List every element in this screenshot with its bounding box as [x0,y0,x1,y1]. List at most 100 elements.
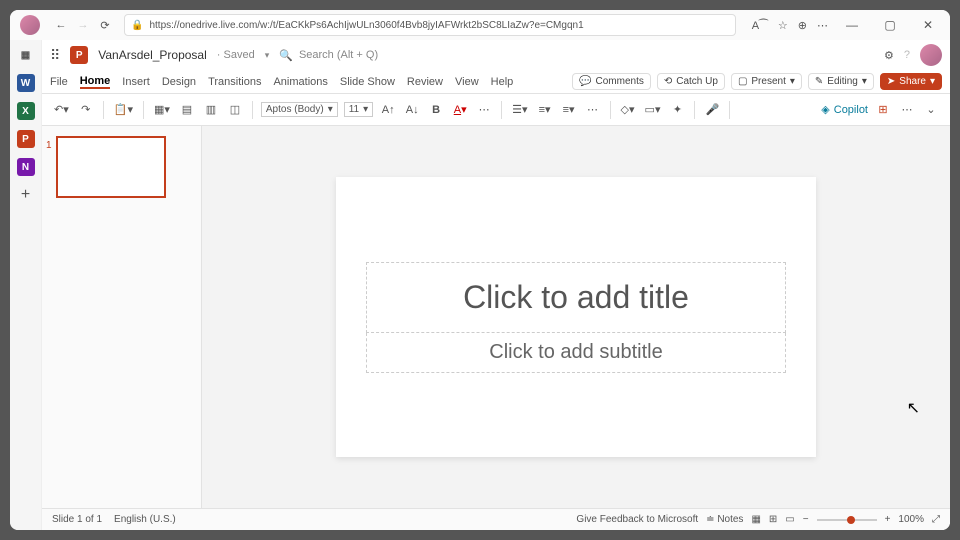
tab-design[interactable]: Design [162,76,196,88]
chevron-down-icon[interactable]: ▾ [265,50,270,61]
pencil-icon: ✎ [815,76,823,87]
font-color-button[interactable]: A▾ [451,100,469,120]
tab-insert[interactable]: Insert [122,76,150,88]
user-avatar[interactable] [920,44,942,66]
save-status: · Saved [217,49,255,61]
tab-review[interactable]: Review [407,76,443,88]
bullets-button[interactable]: ☰▾ [510,100,529,120]
powerpoint-app-icon: P [70,46,88,64]
numbering-button[interactable]: ≡▾ [536,100,554,120]
dictate-button[interactable]: 🎤 [703,100,721,120]
mouse-cursor-icon: ↖ [907,398,920,418]
favorite-icon[interactable]: ☆ [778,19,788,32]
settings-icon[interactable]: ⚙ [884,49,894,62]
app-launcher-icon[interactable]: ⠿ [50,47,60,64]
designer-button[interactable]: ✦ [668,100,686,120]
profile-avatar[interactable] [20,15,40,35]
close-button[interactable]: ✕ [914,18,942,32]
document-title[interactable]: VanArsdel_Proposal [98,48,207,62]
chevron-down-icon: ▾ [862,76,867,87]
browser-titlebar: ← → ⟳ 🔒 https://onedrive.live.com/w:/t/E… [10,10,950,40]
sorter-view-button[interactable]: ⊞ [769,514,777,525]
notes-button[interactable]: ≐ Notes [706,514,743,525]
reading-view-button[interactable]: ▭ [785,514,794,525]
new-slide-button[interactable]: ▦▾ [152,100,172,120]
search-icon: 🔍 [279,49,293,62]
help-icon[interactable]: ? [904,49,910,61]
add-app-icon[interactable]: + [21,186,30,204]
collections-icon[interactable]: ⊕ [798,19,807,32]
ribbon-tabs: File Home Insert Design Transitions Anim… [42,70,950,94]
zoom-out-button[interactable]: − [803,514,809,525]
collapse-ribbon-button[interactable]: ⌄ [922,100,940,120]
zoom-level[interactable]: 100% [898,514,924,525]
tab-view[interactable]: View [455,76,479,88]
read-aloud-icon[interactable]: A⁀ [752,19,768,32]
fit-button[interactable]: ⤢ [932,514,940,525]
tab-help[interactable]: Help [491,76,514,88]
align-button[interactable]: ≡▾ [560,100,578,120]
shapes-button[interactable]: ◇▾ [619,100,637,120]
present-icon: ▢ [738,76,747,87]
tab-transitions[interactable]: Transitions [208,76,261,88]
bold-button[interactable]: B [427,100,445,120]
tab-file[interactable]: File [50,76,68,88]
title-placeholder[interactable]: Click to add title [366,262,786,333]
ribbon-more-button[interactable]: ⋯ [898,100,916,120]
more-font-button[interactable]: ⋯ [475,100,493,120]
search-placeholder: Search (Alt + Q) [299,49,378,61]
subtitle-placeholder[interactable]: Click to add subtitle [366,333,786,373]
paste-button[interactable]: 📋▾ [112,100,135,120]
maximize-button[interactable]: ▢ [876,18,904,32]
share-button[interactable]: ➤Share▾ [880,73,942,90]
word-icon[interactable]: W [17,74,35,92]
minimize-button[interactable]: — [838,18,866,32]
outlook-icon[interactable]: ▦ [17,46,35,64]
zoom-in-button[interactable]: + [885,514,891,525]
more-para-button[interactable]: ⋯ [584,100,602,120]
increase-font-button[interactable]: A↑ [379,100,397,120]
back-button[interactable]: ← [50,14,72,36]
arrange-button[interactable]: ▭▾ [643,100,663,120]
language-status[interactable]: English (U.S.) [114,514,176,525]
tab-home[interactable]: Home [80,75,111,89]
app-header: ⠿ P VanArsdel_Proposal · Saved ▾ 🔍 Searc… [42,40,950,70]
font-family-select[interactable]: Aptos (Body) ▾ [261,102,338,117]
addins-button[interactable]: ⊞ [874,100,892,120]
section-button[interactable]: ◫ [226,100,244,120]
slide: Click to add title Click to add subtitle [336,177,816,457]
font-size-select[interactable]: 11 ▾ [344,102,373,117]
slide-thumbnail[interactable]: 1 [56,136,166,198]
undo-button[interactable]: ↶▾ [52,100,71,120]
catchup-button[interactable]: ⟲Catch Up [657,73,725,90]
feedback-link[interactable]: Give Feedback to Microsoft [576,514,698,525]
layout-button[interactable]: ▤ [178,100,196,120]
thumbnail-number: 1 [46,140,52,151]
powerpoint-icon[interactable]: P [17,130,35,148]
lock-icon: 🔒 [131,20,143,31]
zoom-slider[interactable] [817,519,877,521]
search-box[interactable]: 🔍 Search (Alt + Q) [279,49,874,62]
copilot-button[interactable]: ◈Copilot [821,103,868,116]
normal-view-button[interactable]: ▦ [751,514,760,525]
chevron-down-icon: ▾ [790,76,795,87]
redo-button[interactable]: ↷ [77,100,95,120]
slide-canvas[interactable]: Click to add title Click to add subtitle… [202,126,950,508]
reset-button[interactable]: ▥ [202,100,220,120]
address-bar[interactable]: 🔒 https://onedrive.live.com/w:/t/EaCKkPs… [124,14,736,36]
left-app-rail: ▦ W X P N + [10,40,42,530]
url-text: https://onedrive.live.com/w:/t/EaCKkPs6A… [149,20,583,31]
refresh-button[interactable]: ⟳ [94,14,116,36]
present-button[interactable]: ▢Present▾ [731,73,802,90]
excel-icon[interactable]: X [17,102,35,120]
tab-animations[interactable]: Animations [273,76,327,88]
decrease-font-button[interactable]: A↓ [403,100,421,120]
more-icon[interactable]: ⋯ [817,19,828,32]
forward-button[interactable]: → [72,14,94,36]
tab-slideshow[interactable]: Slide Show [340,76,395,88]
comments-button[interactable]: 💬Comments [572,73,651,90]
editing-button[interactable]: ✎Editing▾ [808,73,874,90]
copilot-icon: ◈ [821,103,829,116]
slide-counter[interactable]: Slide 1 of 1 [52,514,102,525]
onenote-icon[interactable]: N [17,158,35,176]
